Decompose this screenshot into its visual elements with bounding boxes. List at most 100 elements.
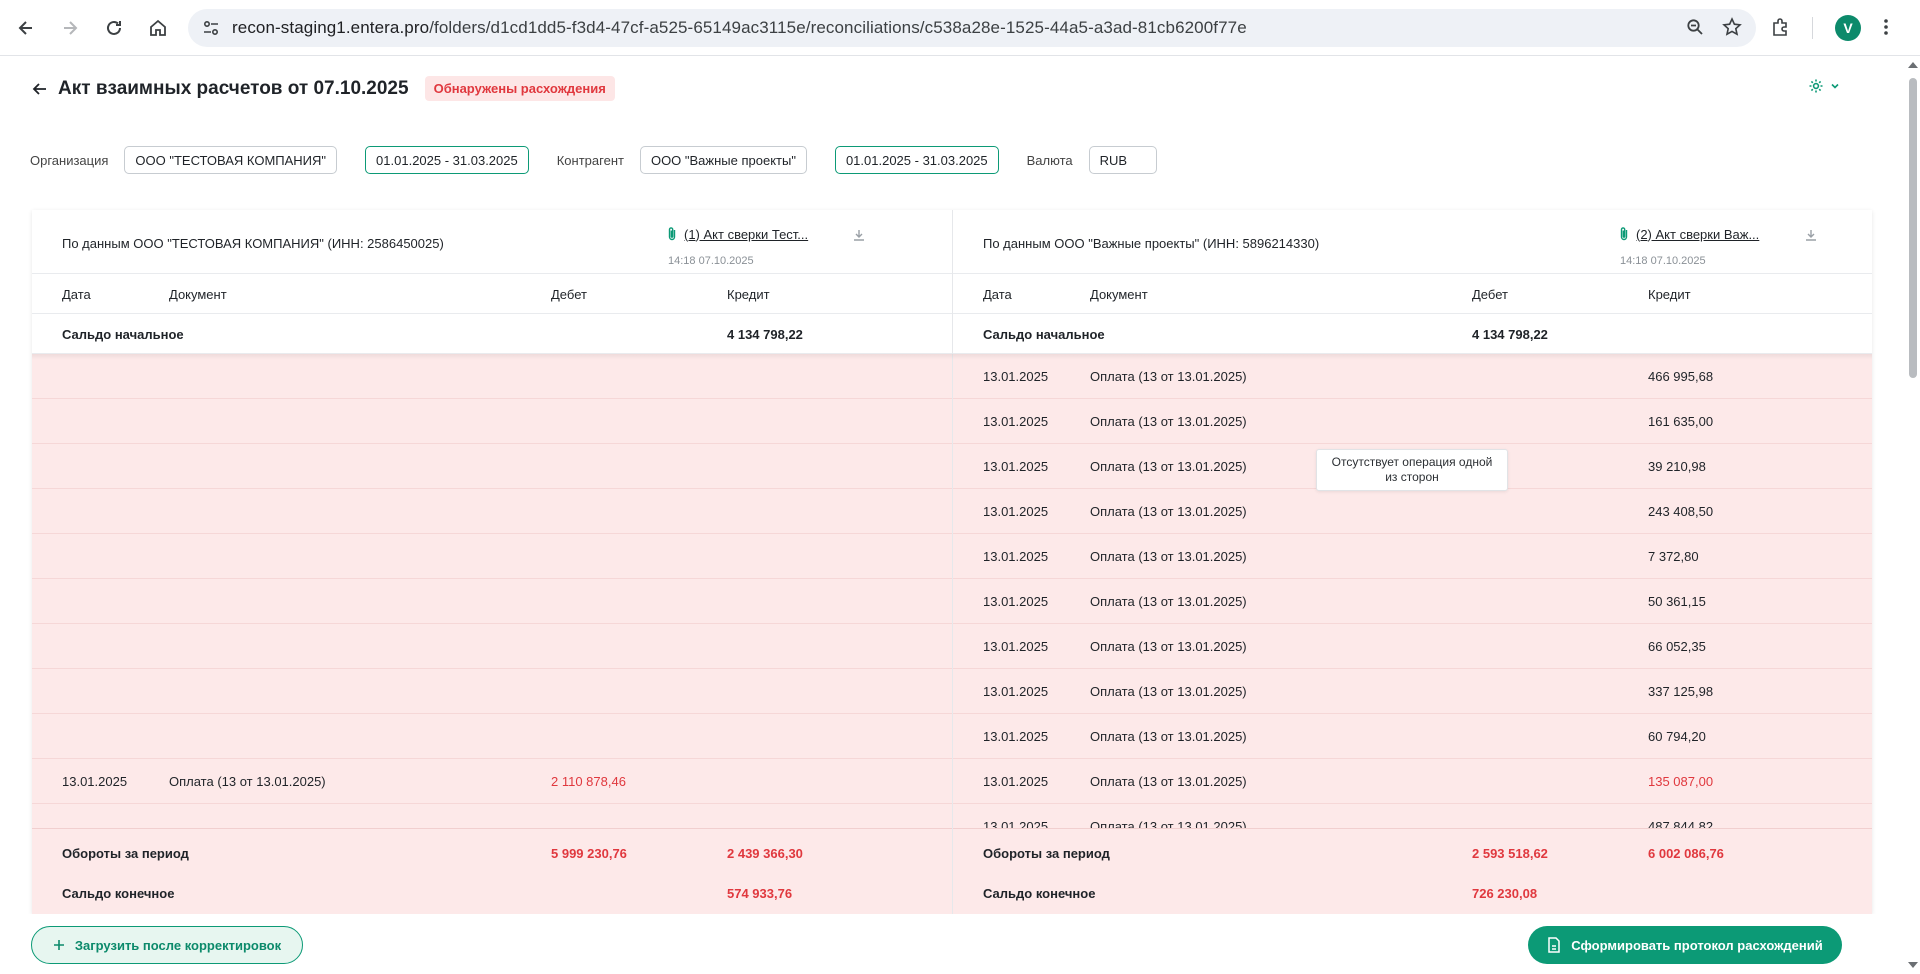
page-title: Акт взаимных расчетов от 07.10.2025: [58, 77, 409, 99]
back-arrow-icon[interactable]: [30, 79, 50, 99]
table-row[interactable]: [32, 534, 952, 579]
counterparty-period-picker[interactable]: 01.01.2025 - 31.03.2025: [834, 146, 999, 174]
scroll-up-icon[interactable]: [1908, 62, 1918, 68]
left-opening-balance-row: Сальдо начальное 4 134 798,22: [32, 314, 952, 354]
row-date: 13.01.2025: [983, 819, 1049, 828]
table-row[interactable]: [32, 444, 952, 489]
table-row[interactable]: 13.01.2025 Оплата (13 от 13.01.2025) 135 0…: [953, 759, 1872, 804]
menu-dots-icon[interactable]: [1883, 17, 1889, 40]
col-debit: Дебет: [551, 287, 587, 302]
col-document: Документ: [169, 287, 227, 302]
table-row[interactable]: 13.01.2025 Оплата (13 от 13.01.2025) 466 9…: [953, 354, 1872, 399]
download-icon[interactable]: [1804, 228, 1818, 242]
table-row[interactable]: 13.01.2025 Оплата (13 от 13.01.2025) 7 372…: [953, 534, 1872, 579]
site-info-icon[interactable]: [202, 19, 220, 37]
table-row[interactable]: [32, 624, 952, 669]
col-debit: Дебет: [1472, 287, 1508, 302]
back-nav-button[interactable]: [6, 8, 46, 48]
row-date: 13.01.2025: [983, 729, 1049, 744]
row-document: Оплата (13 от 13.01.2025): [169, 774, 326, 789]
profile-avatar[interactable]: V: [1835, 15, 1861, 41]
page-header: Акт взаимных расчетов от 07.10.2025 Обна…: [30, 76, 615, 101]
table-row[interactable]: 13.01.2025 Оплата (13 от 13.01.2025) 66 05…: [953, 624, 1872, 669]
row-document: Оплата (13 от 13.01.2025): [1090, 729, 1247, 744]
right-closing-row: Сальдо конечное 726 230,08: [953, 873, 1872, 913]
table-row[interactable]: 13.01.2025 Оплата (13 от 13.01.2025) 2 110…: [32, 759, 952, 804]
right-panel-title: По данным ООО "Важные проекты" (ИНН: 589…: [983, 236, 1320, 251]
right-file-link[interactable]: (2) Акт сверки Важ...: [1618, 226, 1759, 242]
bookmark-star-icon[interactable]: [1722, 16, 1742, 40]
toolbar-separator: [1812, 17, 1813, 39]
scroll-down-icon[interactable]: [1908, 962, 1918, 968]
document-icon: [1548, 937, 1561, 953]
settings-dropdown[interactable]: [1808, 78, 1840, 94]
left-file-name[interactable]: (1) Акт сверки Тест...: [684, 227, 808, 242]
protocol-button-label: Сформировать протокол расхождений: [1571, 937, 1823, 953]
col-document: Документ: [1090, 287, 1148, 302]
row-document: Оплата (13 от 13.01.2025): [1090, 594, 1247, 609]
closing-balance-label: Сальдо конечное: [62, 886, 175, 901]
currency-select[interactable]: RUB: [1088, 146, 1157, 174]
org-select[interactable]: ООО "ТЕСТОВАЯ КОМПАНИЯ": [124, 146, 338, 174]
row-document: Оплата (13 от 13.01.2025): [1090, 369, 1247, 384]
table-row[interactable]: [32, 714, 952, 759]
zoom-icon[interactable]: [1686, 18, 1704, 39]
row-document: Оплата (13 от 13.01.2025): [1090, 504, 1247, 519]
row-credit: 487 844,82: [1648, 819, 1714, 828]
table-row[interactable]: [32, 354, 952, 399]
row-date: 13.01.2025: [983, 594, 1049, 609]
generate-protocol-button[interactable]: Сформировать протокол расхождений: [1528, 926, 1842, 964]
counterparty-select[interactable]: ООО "Важные проекты": [639, 146, 807, 174]
right-file-name[interactable]: (2) Акт сверки Важ...: [1636, 227, 1759, 242]
row-credit: 337 125,98: [1648, 684, 1714, 699]
left-panel-title: По данным ООО "ТЕСТОВАЯ КОМПАНИЯ" (ИНН: …: [62, 236, 444, 251]
plus-icon: [53, 940, 64, 950]
table-row[interactable]: 13.01.2025 Оплата (13 от 13.01.2025) 337 1…: [953, 669, 1872, 714]
table-row[interactable]: 13.01.2025 Оплата (13 от 13.01.2025) 243 4…: [953, 489, 1872, 534]
closing-balance-label: Сальдо конечное: [983, 886, 1096, 901]
download-icon[interactable]: [852, 228, 866, 242]
left-turnover-row: Обороты за период 5 999 230,76 2 439 366…: [32, 833, 952, 873]
row-credit: 243 408,50: [1648, 504, 1714, 519]
currency-label: Валюта: [1026, 152, 1073, 168]
left-column-headers: Дата Документ Дебет Кредит: [32, 274, 952, 314]
table-row[interactable]: [32, 669, 952, 714]
upload-button-label: Загрузить после корректировок: [74, 937, 282, 953]
paperclip-icon: [666, 226, 678, 242]
org-period-picker[interactable]: 01.01.2025 - 31.03.2025: [365, 146, 529, 174]
left-file-link[interactable]: (1) Акт сверки Тест...: [666, 226, 808, 242]
col-date: Дата: [62, 287, 91, 302]
page-scrollbar[interactable]: [1904, 56, 1920, 974]
table-row[interactable]: 13.01.2025 Оплата (13 от 13.01.2025) 161 6…: [953, 399, 1872, 444]
right-opening-balance-row: Сальдо начальное 4 134 798,22: [953, 314, 1872, 354]
opening-balance-label: Сальдо начальное: [62, 327, 184, 342]
row-document: Оплата (13 от 13.01.2025): [1090, 414, 1247, 429]
address-bar[interactable]: recon-staging1.entera.pro/folders/d1cd1d…: [188, 9, 1756, 47]
table-row[interactable]: [32, 804, 952, 828]
upload-after-corrections-button[interactable]: Загрузить после корректировок: [31, 926, 303, 964]
row-date: 13.01.2025: [983, 774, 1049, 789]
reconciliation-table: По данным ООО "ТЕСТОВАЯ КОМПАНИЯ" (ИНН: …: [32, 210, 1872, 914]
left-rows: 13.01.2025 Оплата (13 от 13.01.2025) 2 110…: [32, 354, 952, 828]
extensions-icon[interactable]: [1770, 17, 1790, 40]
col-date: Дата: [983, 287, 1012, 302]
home-button[interactable]: [138, 8, 178, 48]
header-shadow: [32, 354, 1872, 360]
forward-nav-button[interactable]: [50, 8, 90, 48]
row-date: 13.01.2025: [983, 459, 1049, 474]
turnover-debit: 5 999 230,76: [551, 846, 627, 861]
table-row[interactable]: [32, 489, 952, 534]
table-row[interactable]: [32, 399, 952, 444]
table-row[interactable]: [32, 579, 952, 624]
row-date: 13.01.2025: [983, 684, 1049, 699]
scroll-thumb[interactable]: [1909, 78, 1917, 378]
reload-button[interactable]: [94, 8, 134, 48]
row-date: 13.01.2025: [983, 549, 1049, 564]
table-row[interactable]: 13.01.2025 Оплата (13 от 13.01.2025) 487 8…: [953, 804, 1872, 828]
table-row[interactable]: 13.01.2025 Оплата (13 от 13.01.2025) 50 36…: [953, 579, 1872, 624]
table-row[interactable]: 13.01.2025 Оплата (13 от 13.01.2025) 60 79…: [953, 714, 1872, 759]
row-credit: 135 087,00: [1648, 774, 1714, 789]
col-credit: Кредит: [727, 287, 770, 302]
row-document: Оплата (13 от 13.01.2025): [1090, 549, 1247, 564]
row-credit: 161 635,00: [1648, 414, 1714, 429]
